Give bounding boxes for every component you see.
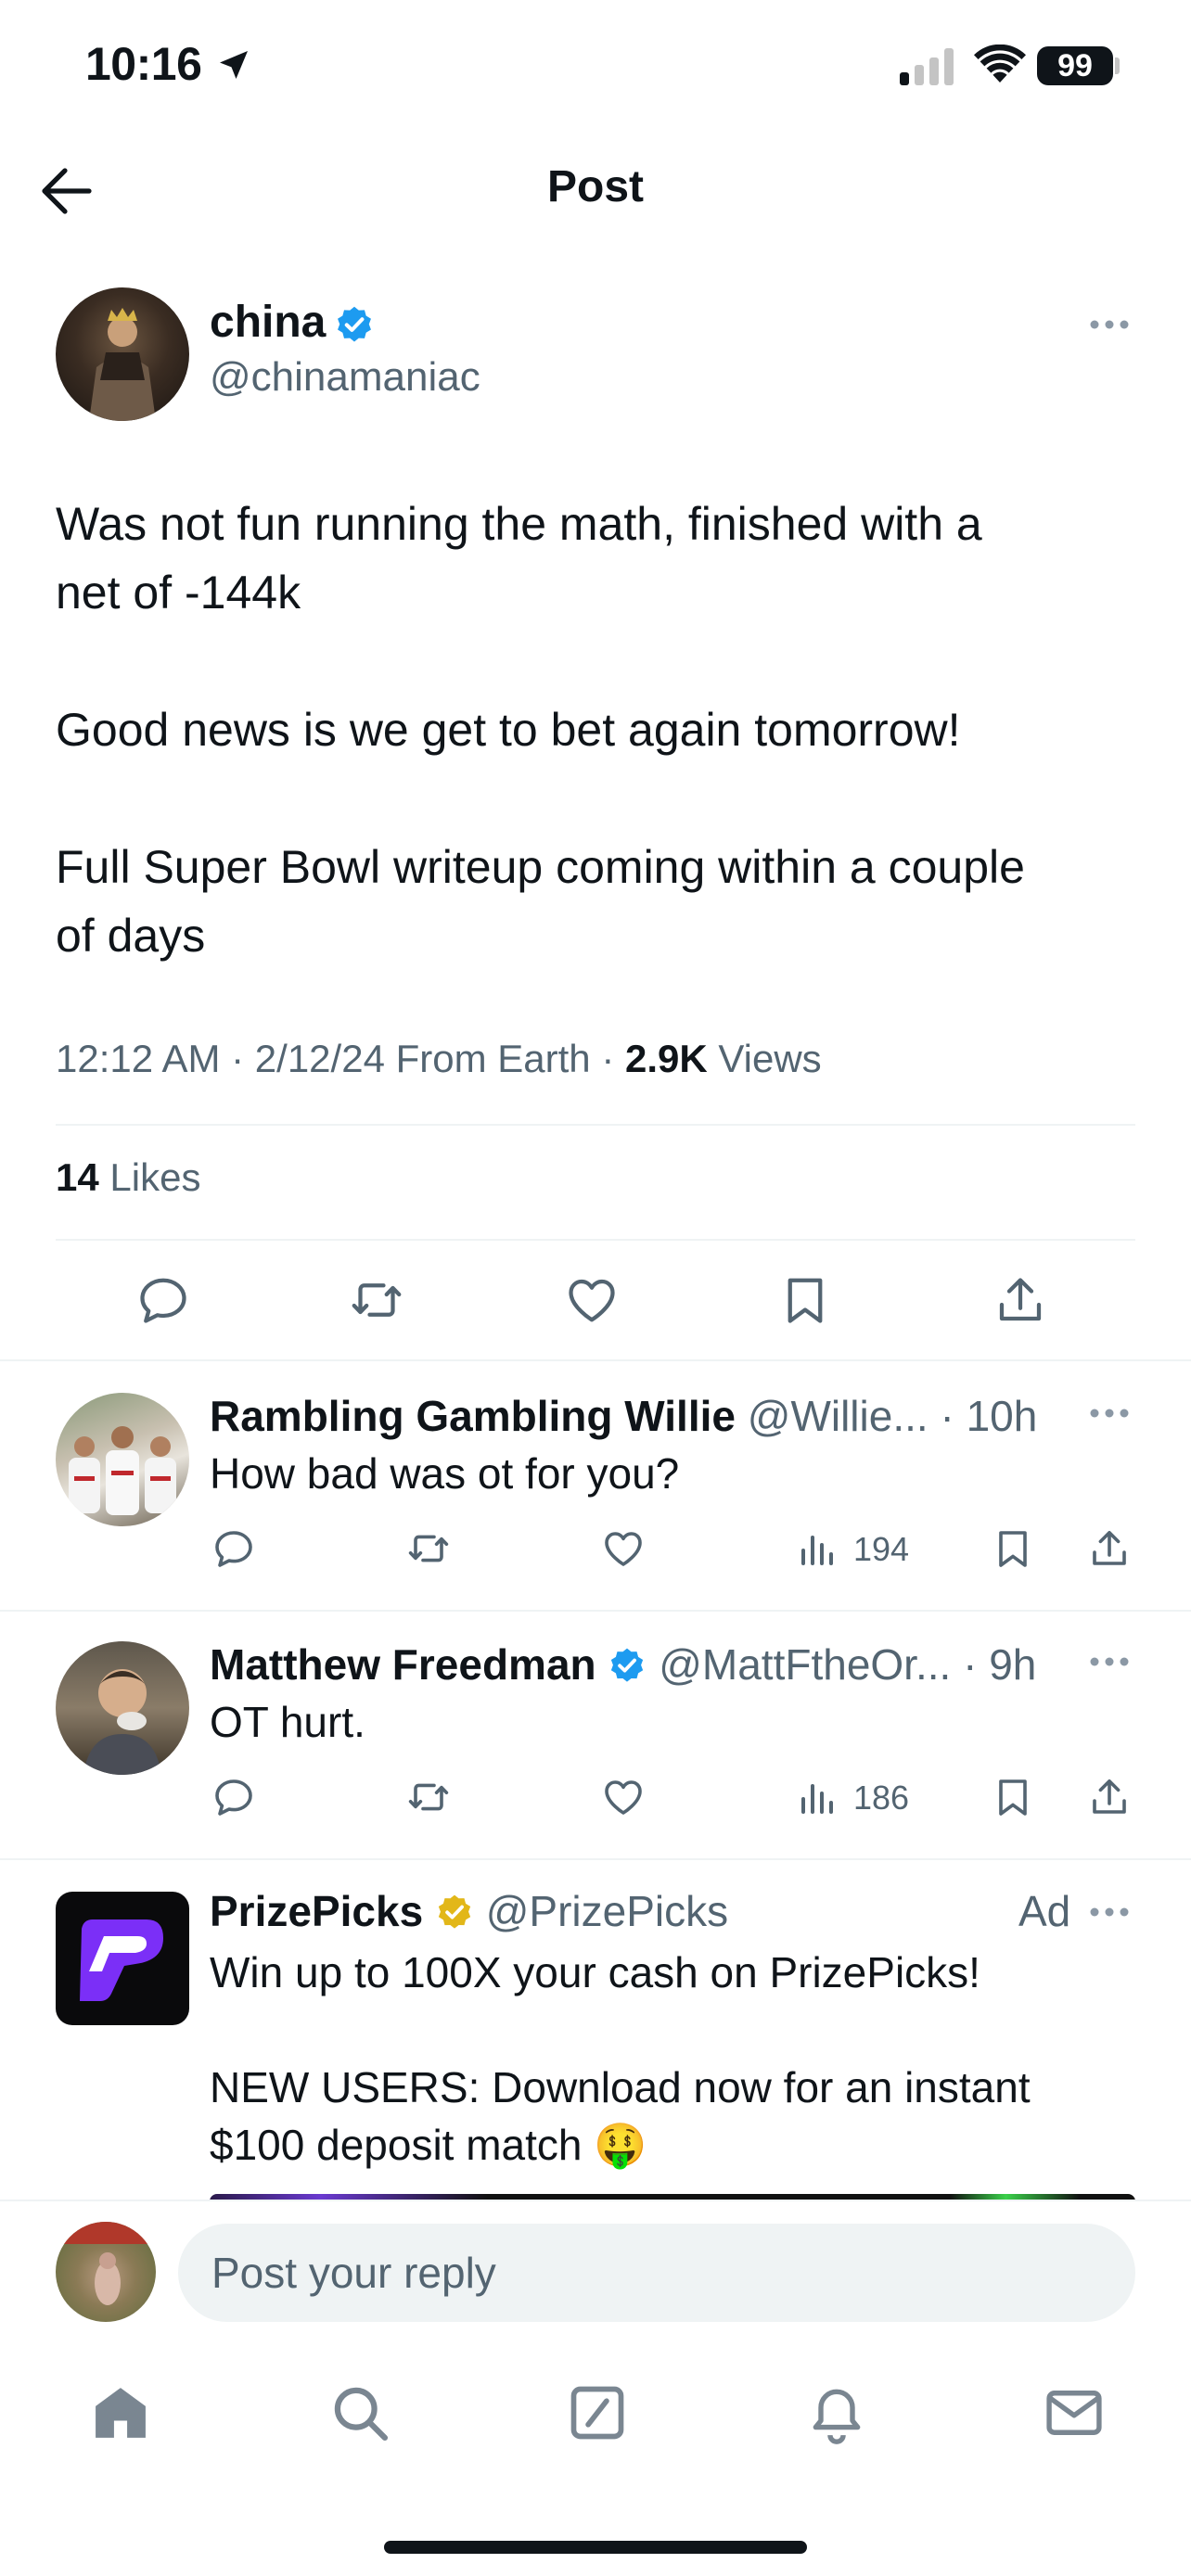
- current-user-avatar[interactable]: [56, 2222, 156, 2322]
- reply-input[interactable]: Post your reply: [178, 2224, 1135, 2322]
- avatar-image: [56, 2222, 156, 2305]
- likes-row[interactable]: 14 Likes: [56, 1155, 200, 1200]
- status-bar: 10:16 99: [0, 0, 1191, 139]
- author-handle[interactable]: @chinamaniac: [210, 354, 480, 401]
- ad-avatar[interactable]: [56, 1892, 189, 2025]
- divider: [0, 2200, 1191, 2201]
- share-icon[interactable]: [1087, 1526, 1132, 1571]
- bookmark-icon[interactable]: [777, 1272, 833, 1328]
- likes-count: 14: [56, 1155, 99, 1199]
- repost-icon[interactable]: [349, 1272, 404, 1328]
- notifications-bell-icon[interactable]: [805, 2381, 868, 2444]
- reply-author-name[interactable]: Matthew Freedman: [210, 1640, 596, 1689]
- views-label: Views: [718, 1037, 822, 1080]
- search-icon[interactable]: [328, 2381, 391, 2444]
- repost-icon[interactable]: [406, 1775, 451, 1819]
- divider: [0, 1610, 1191, 1612]
- more-options-icon[interactable]: [1089, 1408, 1130, 1419]
- home-icon[interactable]: [89, 2381, 152, 2444]
- ad-header: PrizePicks @PrizePicks: [210, 1886, 728, 1936]
- battery-tip: [1115, 57, 1120, 74]
- location-arrow-icon: [220, 51, 248, 79]
- ad-author-handle[interactable]: @PrizePicks: [486, 1887, 728, 1935]
- reply-time: 10h: [966, 1392, 1038, 1440]
- reply-header: Rambling Gambling Willie @Willie... · 10…: [210, 1392, 1038, 1440]
- likes-label: Likes: [109, 1155, 201, 1199]
- reply-icon[interactable]: [211, 1775, 256, 1819]
- verified-badge-icon: [338, 306, 371, 342]
- status-time: 10:16: [85, 38, 202, 90]
- reply-header: Matthew Freedman @MattFtheOr... · 9h: [210, 1640, 1037, 1689]
- author-avatar[interactable]: [56, 287, 189, 421]
- reply-text: How bad was ot for you?: [210, 1449, 680, 1498]
- bookmark-icon[interactable]: [991, 1526, 1035, 1571]
- share-icon[interactable]: [992, 1272, 1048, 1328]
- reply-text: OT hurt.: [210, 1698, 365, 1746]
- like-heart-icon[interactable]: [564, 1272, 620, 1328]
- reply-views-count: 186: [853, 1779, 910, 1817]
- share-icon[interactable]: [1087, 1775, 1132, 1819]
- reply-views-count: 194: [853, 1530, 910, 1568]
- reply-icon[interactable]: [211, 1526, 256, 1571]
- ad-text: Win up to 100X your cash on PrizePicks! …: [210, 1948, 1031, 2169]
- verified-gold-badge-icon: [438, 1894, 471, 1929]
- bookmark-icon[interactable]: [991, 1775, 1035, 1819]
- messages-mail-icon[interactable]: [1043, 2381, 1106, 2444]
- divider: [56, 1239, 1135, 1241]
- verified-badge-icon: [611, 1648, 644, 1682]
- reply-icon[interactable]: [135, 1272, 191, 1328]
- divider: [56, 1124, 1135, 1126]
- author-name[interactable]: china: [210, 297, 326, 348]
- top-nav-header: Post: [0, 139, 1191, 243]
- prizepicks-logo-icon: [80, 1919, 163, 2001]
- page-title: Post: [546, 162, 644, 211]
- reply-avatar[interactable]: [56, 1393, 189, 1526]
- more-options-icon[interactable]: [1089, 1906, 1130, 1918]
- post-source: From Earth: [395, 1037, 591, 1080]
- like-heart-icon[interactable]: [601, 1526, 646, 1571]
- like-heart-icon[interactable]: [601, 1775, 646, 1819]
- views-count: 2.9K: [624, 1037, 708, 1080]
- cellular-signal-icon: [900, 48, 954, 85]
- divider: [0, 1858, 1191, 1860]
- more-options-icon[interactable]: [1089, 1656, 1130, 1667]
- avatar-image: [69, 1426, 176, 1515]
- reply-time: 9h: [989, 1640, 1037, 1689]
- post-body-text: Was not fun running the math, finished w…: [56, 498, 1025, 962]
- reply-avatar[interactable]: [56, 1641, 189, 1775]
- ad-label: Ad: [1018, 1887, 1071, 1935]
- battery-indicator: 99: [1037, 46, 1113, 85]
- divider: [0, 1359, 1191, 1361]
- grok-compose-icon[interactable]: [566, 2381, 629, 2444]
- post-time: 12:12 AM: [56, 1037, 221, 1080]
- reply-author-handle[interactable]: @Willie...: [748, 1392, 928, 1440]
- more-options-icon[interactable]: [1089, 319, 1130, 330]
- reply-author-name[interactable]: Rambling Gambling Willie: [210, 1392, 736, 1440]
- avatar-image: [83, 1669, 161, 1775]
- post-meta: 12:12 AM · 2/12/24 From Earth · 2.9K Vie…: [56, 1037, 822, 1080]
- reply-author-handle[interactable]: @MattFtheOr...: [659, 1640, 951, 1689]
- post-date[interactable]: 2/12/24: [255, 1037, 385, 1080]
- views-chart-icon[interactable]: [796, 1775, 840, 1819]
- views-chart-icon[interactable]: [796, 1526, 840, 1571]
- home-indicator[interactable]: [384, 2541, 807, 2554]
- avatar-image: [89, 308, 156, 421]
- wifi-icon: [974, 45, 1026, 83]
- repost-icon[interactable]: [406, 1526, 451, 1571]
- ad-author-name[interactable]: PrizePicks: [210, 1887, 423, 1935]
